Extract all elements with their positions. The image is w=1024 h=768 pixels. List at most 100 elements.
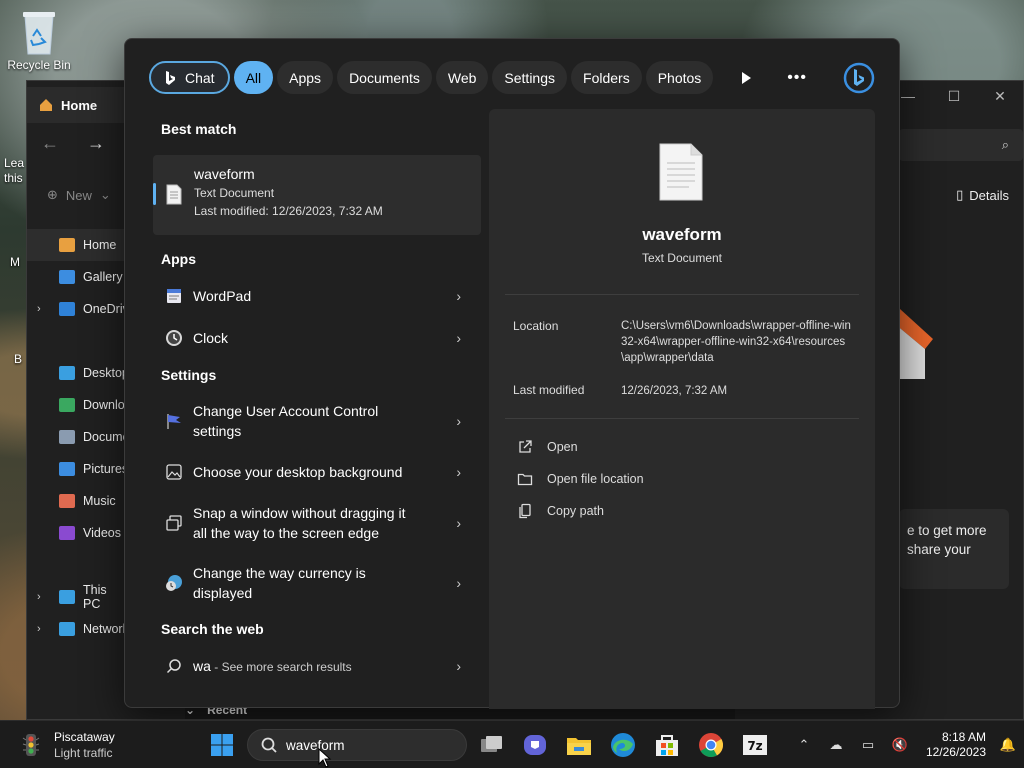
7zip-icon[interactable]: 7z	[741, 731, 769, 759]
close-button[interactable]: ✕	[977, 81, 1023, 111]
chevron-right-icon[interactable]: ›	[456, 288, 461, 304]
chevron-right-icon[interactable]: ›	[456, 513, 461, 533]
uac-flag-icon	[167, 414, 181, 429]
chevron-right-icon[interactable]: ›	[456, 411, 461, 431]
window-controls: — ☐ ✕	[885, 81, 1023, 111]
weather-status: Light traffic	[54, 746, 113, 760]
app-label: Clock	[193, 330, 229, 346]
filter-web[interactable]: Web	[435, 61, 489, 94]
weather-widget[interactable]: Piscataway Light traffic	[18, 729, 115, 761]
copy-path-action[interactable]: Copy path	[517, 503, 604, 519]
windows-start-icon[interactable]	[210, 733, 234, 757]
setting-label-line: Choose your desktop background	[193, 464, 403, 480]
best-match-modified: Last modified: 12/26/2023, 7:32 AM	[194, 204, 383, 218]
setting-label-line: Change User Account Control	[193, 403, 379, 419]
network-icon[interactable]: ▭	[852, 737, 884, 753]
open-action[interactable]: Open	[517, 439, 578, 455]
chevron-right-icon[interactable]: ›	[456, 573, 461, 593]
setting-label-line: all the way to the screen edge	[193, 525, 380, 541]
copy-path-label: Copy path	[547, 504, 604, 518]
chevron-right-icon[interactable]: ›	[37, 623, 41, 635]
preview-type: Text Document	[641, 251, 723, 265]
sidebar-item-icon	[59, 398, 75, 412]
sidebar-item[interactable]: Desktop	[27, 357, 129, 389]
best-match-result[interactable]: waveform Text Document Last modified: 12…	[153, 155, 481, 235]
traffic-light-icon	[22, 734, 40, 756]
explorer-tab-home[interactable]: Home	[27, 87, 137, 123]
taskbar-search-box[interactable]: waveform	[247, 729, 467, 761]
sidebar-item[interactable]: › OneDrive	[27, 293, 136, 325]
setting-label-line: Snap a window without dragging it	[193, 505, 406, 521]
app-result-clock[interactable]: Clock ›	[153, 317, 481, 359]
sidebar-item-icon	[59, 366, 75, 380]
filter-settings[interactable]: Settings	[492, 61, 568, 94]
open-file-location-action[interactable]: Open file location	[517, 471, 644, 487]
play-icon[interactable]	[742, 71, 752, 84]
onedrive-cloud-icon[interactable]: ☁	[820, 737, 852, 753]
region-globe-icon	[166, 575, 182, 591]
volume-muted-icon[interactable]: 🔇	[884, 737, 916, 753]
search-icon	[261, 737, 277, 753]
chevron-right-icon[interactable]: ›	[37, 591, 41, 603]
setting-label-line: displayed	[193, 585, 253, 601]
taskbar: Piscataway Light traffic waveform 7z ⌃ ☁…	[0, 720, 1024, 768]
sidebar-item[interactable]: › This PC	[27, 581, 127, 613]
teams-chat-icon[interactable]	[521, 731, 549, 759]
search-filter-bar: Chat All Apps Documents Web Settings Fol…	[149, 61, 714, 94]
task-view-icon[interactable]	[478, 731, 506, 759]
sidebar-item[interactable]: Home	[27, 229, 127, 261]
open-file-location-label: Open file location	[547, 472, 644, 486]
file-explorer-icon[interactable]	[565, 731, 593, 759]
notification-bell-icon[interactable]: 🔔	[992, 737, 1024, 753]
explorer-nav: ← →	[41, 133, 105, 154]
clock[interactable]: 8:18 AM 12/26/2023	[916, 730, 986, 760]
sidebar-item-icon	[59, 494, 75, 508]
edge-browser-icon[interactable]	[609, 731, 637, 759]
sidebar-item[interactable]: Docume	[27, 421, 130, 453]
sidebar-item[interactable]: Gallery	[27, 261, 127, 293]
recycle-bin-desktop-icon[interactable]: Recycle Bin	[6, 8, 72, 72]
text-document-icon	[166, 184, 182, 205]
filter-all[interactable]: All	[233, 61, 274, 94]
filter-folders[interactable]: Folders	[571, 61, 642, 94]
setting-result-uac[interactable]: Change User Account Control settings ›	[153, 391, 481, 451]
filter-photos[interactable]: Photos	[645, 61, 714, 94]
sidebar-item[interactable]: Pictures	[27, 453, 128, 485]
filter-documents[interactable]: Documents	[337, 61, 432, 94]
chevron-up-icon[interactable]: ⌃	[788, 737, 820, 753]
sidebar-item-icon	[59, 622, 75, 636]
sidebar-item-icon	[59, 462, 75, 476]
details-button[interactable]: ▯ Details	[956, 187, 1009, 203]
filter-chat[interactable]: Chat	[149, 61, 230, 94]
microsoft-store-icon[interactable]	[653, 731, 681, 759]
sidebar-item[interactable]: › Network	[27, 613, 129, 645]
sidebar-item[interactable]: Downloa	[27, 389, 132, 421]
system-tray: ⌃ ☁ ▭ 🔇 8:18 AM 12/26/2023 🔔	[788, 721, 1024, 768]
forward-arrow-icon[interactable]: →	[87, 133, 105, 154]
bing-chat-icon[interactable]	[843, 62, 875, 94]
desktop-icon-label-fragment: M	[10, 255, 20, 269]
chrome-browser-icon[interactable]	[697, 731, 725, 759]
setting-result-snap-window[interactable]: Snap a window without dragging it all th…	[153, 493, 481, 553]
sidebar-item[interactable]: Videos	[27, 517, 127, 549]
promo-text-line: share your	[907, 542, 971, 557]
sidebar-item[interactable]: Music	[27, 485, 127, 517]
chevron-right-icon[interactable]: ›	[37, 303, 41, 315]
filter-apps[interactable]: Apps	[277, 61, 334, 94]
open-external-icon	[519, 440, 532, 453]
setting-result-desktop-background[interactable]: Choose your desktop background ›	[153, 451, 481, 493]
sidebar-item-icon	[59, 526, 75, 540]
setting-result-currency[interactable]: Change the way currency is displayed ›	[153, 553, 481, 613]
app-result-wordpad[interactable]: WordPad ›	[153, 275, 481, 317]
maximize-button[interactable]: ☐	[931, 81, 977, 111]
sidebar-item-icon	[59, 302, 75, 316]
chevron-right-icon[interactable]: ›	[456, 464, 461, 480]
chevron-right-icon[interactable]: ›	[456, 658, 461, 674]
best-match-heading: Best match	[161, 121, 237, 137]
web-search-result[interactable]: wa - See more search results ›	[153, 645, 481, 687]
more-options-icon[interactable]: •••	[787, 69, 807, 87]
web-query-text: wa	[193, 658, 211, 674]
new-button[interactable]: ⊕ New ⌄	[47, 187, 111, 203]
back-arrow-icon[interactable]: ←	[41, 133, 59, 154]
chevron-right-icon[interactable]: ›	[456, 330, 461, 346]
